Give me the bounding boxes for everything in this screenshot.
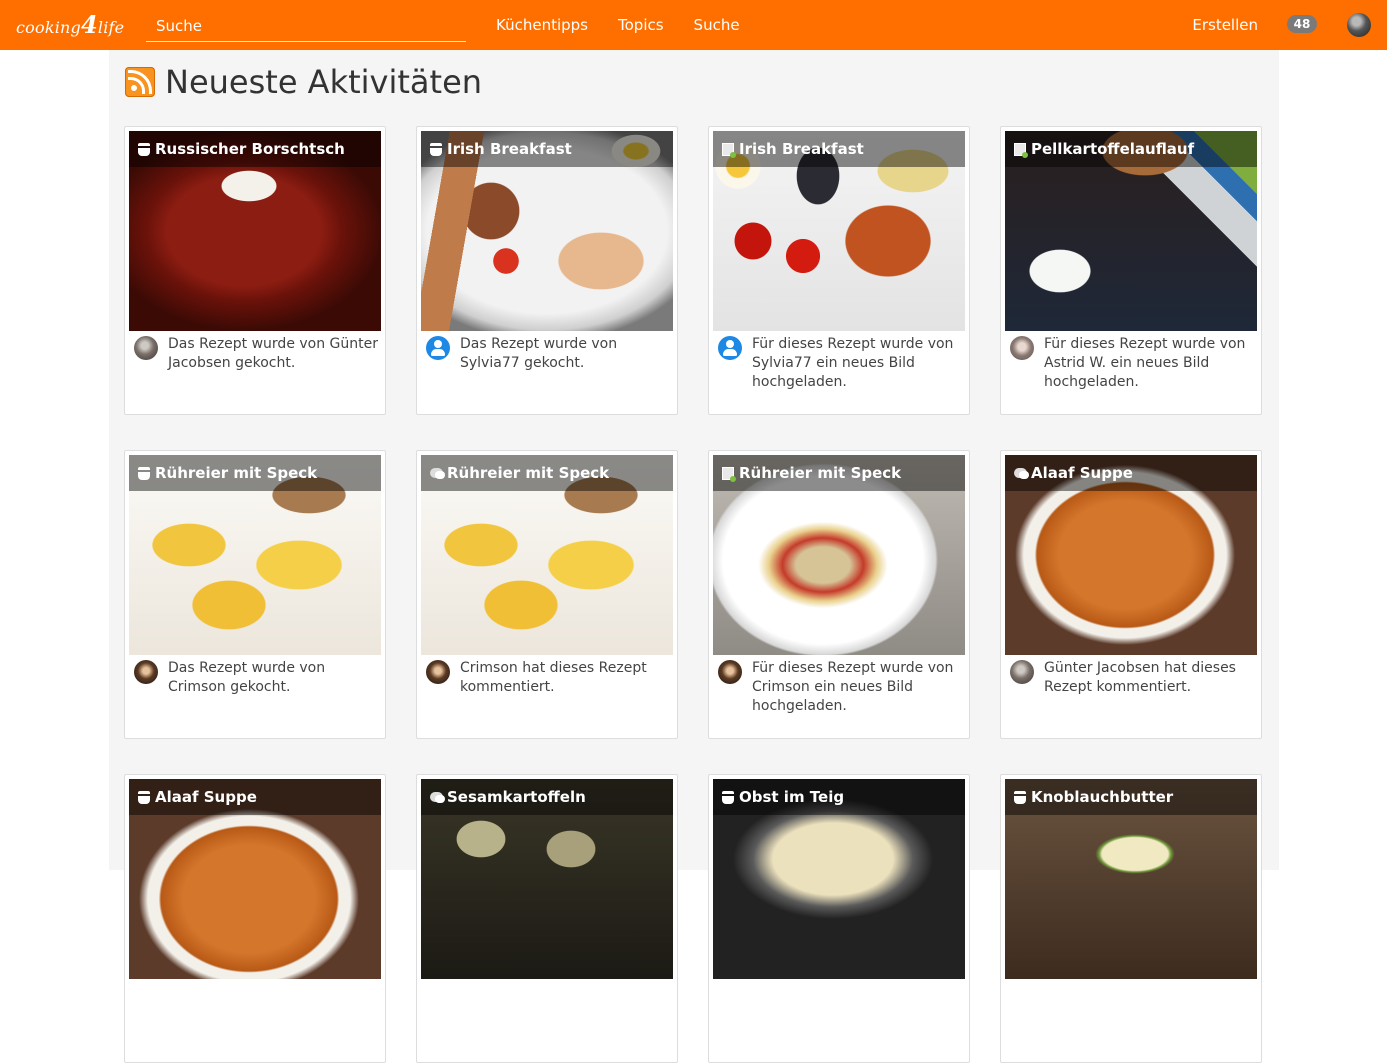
chef-hat-icon — [722, 791, 734, 804]
activity-card[interactable]: Irish Breakfast Für dieses Rezept wurde … — [708, 126, 970, 415]
photo-add-icon — [722, 143, 736, 158]
recipe-image[interactable]: Russischer Borschtsch — [129, 131, 381, 331]
activity-description: Für dieses Rezept wurde von Crimson ein … — [752, 660, 954, 714]
user-avatar[interactable] — [1010, 336, 1034, 360]
notification-badge[interactable]: 48 — [1287, 15, 1317, 33]
card-title-bar: Rühreier mit Speck — [713, 455, 965, 491]
activity-card[interactable]: Alaaf Suppe Günter Jacobsen hat dieses R… — [1000, 450, 1262, 739]
user-avatar[interactable] — [134, 336, 158, 360]
activity-card[interactable]: Irish Breakfast Das Rezept wurde von Syl… — [416, 126, 678, 415]
card-title-bar: Irish Breakfast — [713, 131, 965, 167]
search-box — [146, 12, 466, 42]
search-input[interactable] — [146, 12, 466, 40]
activity-description: Das Rezept wurde von Günter Jacobsen gek… — [168, 336, 379, 371]
chef-hat-icon — [138, 143, 150, 156]
recipe-title[interactable]: Alaaf Suppe — [1031, 455, 1133, 491]
activity-card[interactable]: Rühreier mit Speck Crimson hat dieses Re… — [416, 450, 678, 739]
activity-description: Crimson hat dieses Rezept kommentiert. — [460, 660, 647, 695]
recipe-title[interactable]: Rühreier mit Speck — [155, 455, 317, 491]
comment-icon — [430, 792, 445, 803]
logo-text-right: life — [97, 18, 125, 37]
card-title-bar: Rühreier mit Speck — [129, 455, 381, 491]
activity-card[interactable]: Russischer Borschtsch Das Rezept wurde v… — [124, 126, 386, 415]
user-avatar[interactable] — [134, 660, 158, 684]
card-title-bar: Sesamkartoffeln — [421, 779, 673, 815]
activity-description: Das Rezept wurde von Sylvia77 gekocht. — [460, 336, 618, 371]
photo-add-icon — [722, 467, 736, 482]
user-avatar[interactable] — [718, 660, 742, 684]
user-avatar[interactable] — [718, 336, 742, 360]
recipe-title[interactable]: Pellkartoffelauflauf — [1031, 131, 1194, 167]
card-title-bar: Rühreier mit Speck — [421, 455, 673, 491]
activity-card[interactable]: Knoblauchbutter — [1000, 774, 1262, 1063]
card-title-bar: Alaaf Suppe — [129, 779, 381, 815]
recipe-image[interactable]: Pellkartoffelauflauf — [1005, 131, 1257, 331]
card-title-bar: Alaaf Suppe — [1005, 455, 1257, 491]
card-title-bar: Irish Breakfast — [421, 131, 673, 167]
activity-card[interactable]: Alaaf Suppe — [124, 774, 386, 1063]
rss-icon[interactable] — [125, 67, 155, 97]
page-title: Neueste Aktivitäten — [165, 63, 483, 101]
recipe-image[interactable]: Sesamkartoffeln — [421, 779, 673, 979]
card-title-bar: Obst im Teig — [713, 779, 965, 815]
recipe-image[interactable]: Rühreier mit Speck — [129, 455, 381, 655]
nav-link-kuechentipps[interactable]: Küchentipps — [496, 0, 588, 50]
recipe-title[interactable]: Obst im Teig — [739, 779, 844, 815]
chef-hat-icon — [138, 791, 150, 804]
recipe-title[interactable]: Sesamkartoffeln — [447, 779, 586, 815]
recipe-image[interactable]: Obst im Teig — [713, 779, 965, 979]
comment-icon — [430, 468, 445, 479]
recipe-image[interactable]: Knoblauchbutter — [1005, 779, 1257, 979]
user-avatar[interactable] — [426, 336, 450, 360]
card-title-bar: Knoblauchbutter — [1005, 779, 1257, 815]
card-title-bar: Pellkartoffelauflauf — [1005, 131, 1257, 167]
activity-card[interactable]: Sesamkartoffeln — [416, 774, 678, 1063]
activity-card[interactable]: Obst im Teig — [708, 774, 970, 1063]
recipe-title[interactable]: Rühreier mit Speck — [739, 455, 901, 491]
activity-card[interactable]: Pellkartoffelauflauf Für dieses Rezept w… — [1000, 126, 1262, 415]
logo-text-number: 4 — [81, 10, 98, 39]
recipe-title[interactable]: Alaaf Suppe — [155, 779, 257, 815]
nav-link-topics[interactable]: Topics — [618, 0, 664, 50]
user-avatar[interactable] — [1010, 660, 1034, 684]
recipe-image[interactable]: Rühreier mit Speck — [713, 455, 965, 655]
recipe-title[interactable]: Irish Breakfast — [447, 131, 572, 167]
photo-add-icon — [1014, 143, 1028, 158]
recipe-title[interactable]: Rühreier mit Speck — [447, 455, 609, 491]
nav-link-suche[interactable]: Suche — [694, 0, 740, 50]
create-link[interactable]: Erstellen — [1192, 0, 1258, 50]
user-avatar[interactable] — [426, 660, 450, 684]
activity-card[interactable]: Rühreier mit Speck Für dieses Rezept wur… — [708, 450, 970, 739]
activity-description: Günter Jacobsen hat dieses Rezept kommen… — [1044, 660, 1236, 695]
recipe-title[interactable]: Irish Breakfast — [739, 131, 864, 167]
recipe-title[interactable]: Russischer Borschtsch — [155, 131, 345, 167]
comment-icon — [1014, 468, 1029, 479]
main-content: Neueste Aktivitäten Russischer Borschtsc… — [109, 50, 1279, 1063]
activity-card[interactable]: Rühreier mit Speck Das Rezept wurde von … — [124, 450, 386, 739]
user-avatar[interactable] — [1347, 13, 1371, 37]
activity-description: Für dieses Rezept wurde von Astrid W. ei… — [1044, 336, 1246, 390]
activity-description: Das Rezept wurde von Crimson gekocht. — [168, 660, 326, 695]
logo-text-left: cooking — [16, 18, 81, 37]
recipe-title[interactable]: Knoblauchbutter — [1031, 779, 1173, 815]
chef-hat-icon — [138, 467, 150, 480]
recipe-image[interactable]: Alaaf Suppe — [1005, 455, 1257, 655]
recipe-image[interactable]: Irish Breakfast — [713, 131, 965, 331]
chef-hat-icon — [1014, 791, 1026, 804]
activity-description: Für dieses Rezept wurde von Sylvia77 ein… — [752, 336, 954, 390]
top-navbar: cooking4life Küchentipps Topics Suche Er… — [0, 0, 1387, 50]
main-nav: Küchentipps Topics Suche — [496, 0, 770, 50]
recipe-image[interactable]: Alaaf Suppe — [129, 779, 381, 979]
site-logo[interactable]: cooking4life — [16, 10, 124, 40]
recipe-image[interactable]: Rühreier mit Speck — [421, 455, 673, 655]
recipe-image[interactable]: Irish Breakfast — [421, 131, 673, 331]
card-title-bar: Russischer Borschtsch — [129, 131, 381, 167]
chef-hat-icon — [430, 143, 442, 156]
